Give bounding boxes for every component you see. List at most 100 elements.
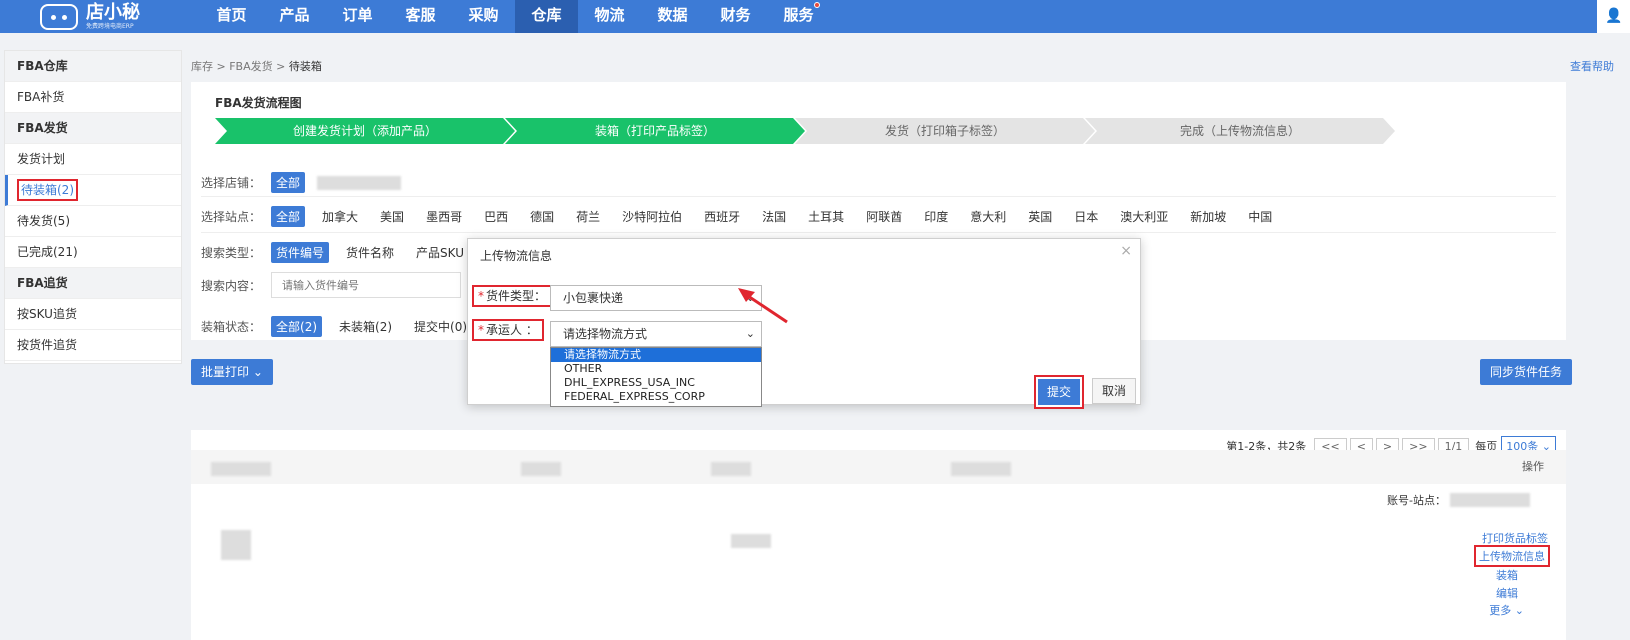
sidebar-item-completed[interactable]: 已完成(21): [5, 237, 181, 268]
sidebar-head-fba-shipping: FBA发货: [5, 113, 181, 144]
more-label: 更多: [1489, 604, 1512, 617]
sidebar-item-to-pack[interactable]: 待装箱(2): [5, 175, 181, 206]
carrier-select[interactable]: 请选择物流方式 ⌄: [550, 321, 762, 347]
carrier-option[interactable]: 请选择物流方式: [551, 348, 761, 362]
batch-print-button[interactable]: 批量打印 ⌄: [191, 359, 273, 385]
search-content-row: 搜索内容：: [201, 272, 462, 298]
nav-home[interactable]: 首页: [200, 0, 263, 33]
box-status-label: 装箱状态：: [201, 320, 262, 334]
store-all-tag[interactable]: 全部: [271, 172, 306, 193]
nav-purchase[interactable]: 采购: [452, 0, 515, 33]
sidebar-item-ship-plan[interactable]: 发货计划: [5, 144, 181, 175]
breadcrumb-path[interactable]: 库存 > FBA发货 >: [191, 60, 289, 73]
nav-service[interactable]: 客服: [389, 0, 452, 33]
site-tag[interactable]: 沙特阿拉伯: [617, 206, 687, 227]
search-type-sku[interactable]: 产品SKU: [411, 242, 469, 263]
box-status-row: 装箱状态： 全部(2) 未装箱(2) 提交中(0): [201, 316, 484, 337]
chevron-down-icon: ⌄: [252, 365, 263, 379]
nav-data[interactable]: 数据: [641, 0, 704, 33]
site-tag[interactable]: 印度: [919, 206, 953, 227]
nav-services[interactable]: 服务: [767, 0, 830, 33]
submit-button[interactable]: 提交: [1034, 375, 1084, 409]
search-type-shipment-id[interactable]: 货件编号: [271, 242, 330, 263]
nav-order[interactable]: 订单: [326, 0, 389, 33]
search-type-shipment-name[interactable]: 货件名称: [341, 242, 399, 263]
close-icon[interactable]: ×: [1120, 243, 1132, 259]
user-menu-button[interactable]: 👤: [1597, 0, 1630, 33]
sidebar-item-fba-replenish[interactable]: FBA补货: [5, 82, 181, 113]
site-tag[interactable]: 土耳其: [803, 206, 849, 227]
site-tag[interactable]: 阿联酋: [861, 206, 907, 227]
cargo-type-value: 小包裹快递: [563, 291, 624, 305]
site-tag[interactable]: 荷兰: [571, 206, 605, 227]
box-status-all[interactable]: 全部(2): [271, 316, 323, 337]
site-all-tag[interactable]: 全部: [271, 206, 306, 227]
site-filter-label: 选择站点：: [201, 210, 262, 224]
carrier-option[interactable]: DHL_EXPRESS_USA_INC: [551, 376, 761, 390]
site-tag[interactable]: 墨西哥: [421, 206, 467, 227]
flow-step-packing: 装箱（打印产品标签）: [505, 118, 805, 144]
blurred-cell: [731, 534, 771, 548]
logo[interactable]: 店小秘 免费跨境电商ERP: [40, 0, 140, 33]
nav-menu: 首页 产品 订单 客服 采购 仓库 物流 数据 财务 服务: [200, 0, 830, 33]
top-nav: 店小秘 免费跨境电商ERP 首页 产品 订单 客服 采购 仓库 物流 数据 财务…: [0, 0, 1630, 33]
sidebar-head-fba-warehouse: FBA仓库: [5, 51, 181, 82]
search-input[interactable]: [271, 272, 462, 298]
account-site-label: 账号-站点：: [1387, 494, 1446, 507]
cancel-button[interactable]: 取消: [1092, 378, 1136, 404]
blurred-header: [951, 462, 1011, 476]
carrier-dropdown: 请选择物流方式 OTHER DHL_EXPRESS_USA_INC FEDERA…: [550, 347, 762, 407]
print-product-label-link[interactable]: 打印货品标签: [1482, 530, 1548, 546]
site-tag[interactable]: 澳大利亚: [1115, 206, 1173, 227]
nav-product[interactable]: 产品: [263, 0, 326, 33]
more-link[interactable]: 更多 ⌄: [1489, 602, 1524, 618]
upload-logistics-link[interactable]: 上传物流信息: [1474, 545, 1550, 567]
sidebar-item-to-ship[interactable]: 待发货(5): [5, 206, 181, 237]
carrier-label-text: 承运人 ：: [486, 323, 538, 337]
product-image-blurred: [221, 530, 251, 560]
search-type-row: 搜索类型： 货件编号 货件名称 产品SKU: [201, 242, 481, 263]
nav-finance[interactable]: 财务: [704, 0, 767, 33]
nav-warehouse[interactable]: 仓库: [515, 0, 578, 33]
site-tag[interactable]: 巴西: [479, 206, 513, 227]
site-tag[interactable]: 加拿大: [317, 206, 363, 227]
carrier-option[interactable]: FEDERAL_EXPRESS_CORP: [551, 390, 761, 404]
site-tag[interactable]: 中国: [1243, 206, 1277, 227]
flow-title: FBA发货流程图: [215, 96, 302, 110]
store-name-blurred[interactable]: [317, 175, 402, 190]
user-icon: 👤: [1605, 8, 1623, 24]
box-status-submitting[interactable]: 提交中(0): [409, 316, 472, 337]
site-tag[interactable]: 英国: [1023, 206, 1057, 227]
logo-subtitle: 免费跨境电商ERP: [86, 22, 134, 30]
blurred-header: [711, 462, 751, 476]
site-tag[interactable]: 日本: [1069, 206, 1103, 227]
site-tag[interactable]: 西班牙: [699, 206, 745, 227]
account-site-value-blurred: [1450, 493, 1530, 507]
store-filter-label: 选择店铺：: [201, 176, 262, 190]
sync-shipment-button[interactable]: 同步货件任务: [1480, 359, 1573, 385]
site-tag[interactable]: 德国: [525, 206, 559, 227]
notification-dot-icon: [814, 2, 820, 8]
site-tag[interactable]: 意大利: [965, 206, 1011, 227]
sidebar-item-track-sku[interactable]: 按SKU追货: [5, 299, 181, 330]
nav-logistics[interactable]: 物流: [578, 0, 641, 33]
cargo-type-label-text: 货件类型：: [486, 289, 547, 303]
site-tag[interactable]: 美国: [375, 206, 409, 227]
shipment-table: 第1-2条，共2条 << < > >> 1/1 每页 100条 ⌄ 操作 账号-…: [191, 430, 1566, 640]
carrier-option[interactable]: OTHER: [551, 362, 761, 376]
store-filter-row: 选择店铺： 全部: [201, 172, 402, 193]
sidebar-item-track-shipment[interactable]: 按货件追货: [5, 330, 181, 361]
ops-header: 操作: [1522, 460, 1544, 473]
search-content-label: 搜索内容：: [201, 278, 262, 293]
cargo-type-select[interactable]: 小包裹快递 ⌄: [550, 285, 762, 311]
sidebar-head-fba-track: FBA追货: [5, 268, 181, 299]
box-status-unpacked[interactable]: 未装箱(2): [334, 316, 397, 337]
edit-link[interactable]: 编辑: [1496, 585, 1518, 601]
pack-link[interactable]: 装箱: [1496, 567, 1518, 583]
help-link[interactable]: 查看帮助: [1570, 58, 1630, 74]
site-tag[interactable]: 法国: [757, 206, 791, 227]
site-tag[interactable]: 新加坡: [1185, 206, 1231, 227]
dialog-title: 上传物流信息: [480, 249, 553, 263]
flow-steps: 创建发货计划（添加产品） 装箱（打印产品标签） 发货（打印箱子标签） 完成（上传…: [215, 118, 1415, 144]
sidebar-item-to-pack-label: 待装箱(2): [17, 179, 78, 201]
